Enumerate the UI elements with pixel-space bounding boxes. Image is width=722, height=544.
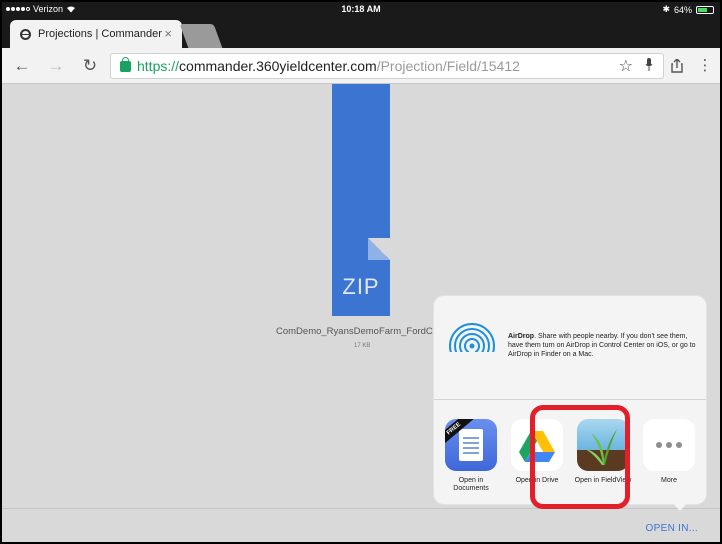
app-label: More <box>661 477 677 484</box>
back-arrow-icon[interactable]: ← <box>10 54 34 78</box>
url-host: commander.360yieldcenter.com <box>179 58 377 74</box>
ipad-screen: Verizon 10:18 AM ✱ 64% Projections | Com… <box>2 2 720 542</box>
status-bar: Verizon 10:18 AM ✱ 64% <box>2 2 720 16</box>
lock-icon <box>120 56 131 72</box>
popover-arrow <box>672 502 688 511</box>
site-favicon-icon <box>20 28 31 40</box>
file-name: ComDemo_RyansDemoFarm_FordCLU <box>276 326 445 337</box>
battery-percent: 64% <box>673 4 692 15</box>
url-scheme: https:// <box>137 58 180 74</box>
app-label: Open in Documents <box>453 477 489 492</box>
open-in-button[interactable]: OPEN IN... <box>646 523 698 534</box>
battery-group: ✱ 64% <box>662 4 714 15</box>
documents-icon: FREE <box>445 419 497 471</box>
tab-projections[interactable]: Projections | Commander × <box>10 20 182 48</box>
file-size: 17 KB <box>354 343 371 349</box>
airdrop-description: AirDrop. Share with people nearby. If yo… <box>508 332 698 359</box>
open-in-documents-button[interactable]: FREE Open in Documents <box>441 419 501 493</box>
download-bottom-bar: OPEN IN... <box>2 508 720 542</box>
bookmark-star-icon[interactable]: ☆ <box>619 56 633 76</box>
close-tab-icon[interactable]: × <box>164 26 172 41</box>
menu-kebab-icon[interactable]: ⋮ <box>694 54 716 78</box>
bluetooth-icon: ✱ <box>662 4 670 14</box>
clock: 10:18 AM <box>341 4 381 14</box>
airdrop-body: . Share with people nearby. If you don't… <box>508 333 696 358</box>
page-fold-icon <box>368 238 390 260</box>
more-button[interactable]: More <box>639 419 699 485</box>
airdrop-section[interactable]: AirDrop. Share with people nearby. If yo… <box>434 296 706 400</box>
battery-icon <box>696 5 714 14</box>
more-icon <box>643 419 695 471</box>
address-bar[interactable]: https:// commander.360yieldcenter.com /P… <box>110 53 664 79</box>
url-path: /Projection/Field/15412 <box>376 58 520 74</box>
tab-strip: Projections | Commander × <box>2 16 720 48</box>
file-type-label: ZIP <box>342 274 380 299</box>
browser-toolbar: ← → ↻ https:// commander.360yieldcenter.… <box>2 48 720 84</box>
airdrop-title: AirDrop <box>508 333 535 340</box>
airdrop-icon <box>448 323 496 370</box>
highlight-annotation <box>530 405 630 509</box>
microphone-icon[interactable] <box>645 58 653 71</box>
tab-title: Projections | Commander <box>38 28 162 40</box>
forward-arrow-icon[interactable]: → <box>44 54 68 78</box>
new-tab-button[interactable] <box>179 24 223 48</box>
zip-file-icon: ZIP <box>332 84 390 316</box>
reload-icon[interactable]: ↻ <box>78 54 102 78</box>
share-icon[interactable] <box>666 54 688 78</box>
